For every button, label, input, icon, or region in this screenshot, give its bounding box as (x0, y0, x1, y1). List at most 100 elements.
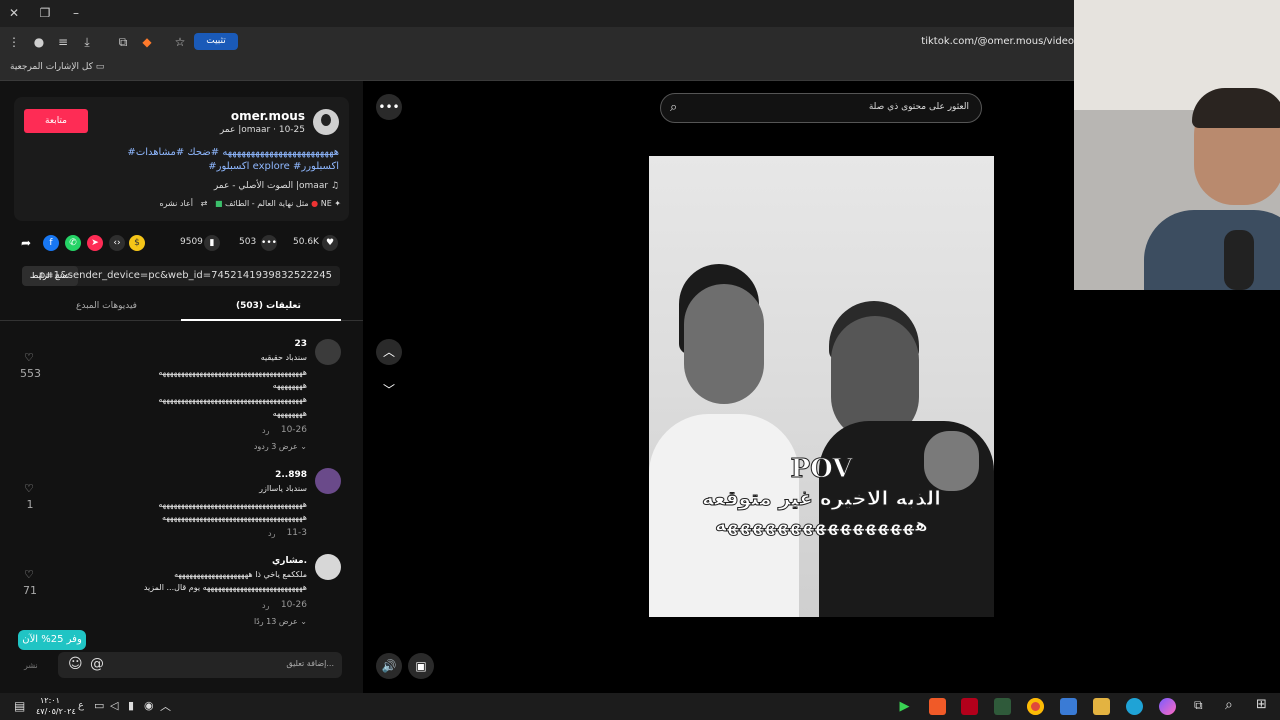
extensions-icon[interactable]: ⧉ (116, 35, 130, 49)
comment-text: هههههههههههههههههههههههههههههههههههههههه (158, 500, 307, 509)
download-icon[interactable]: ⤓ (80, 35, 94, 49)
promo-badge[interactable]: وفر 25% الآن (18, 630, 86, 650)
heart-icon[interactable]: ♡ (24, 351, 34, 364)
menu-icon[interactable]: ⋮ (7, 35, 21, 49)
notifications-icon[interactable]: ▤ (14, 699, 25, 713)
caption-line-1[interactable]: #ههههههههههههههههههههههههه #ضحك #مشاهدات (127, 147, 339, 158)
minimize-icon[interactable]: – (69, 6, 83, 20)
start-icon[interactable]: ⊞ (1256, 697, 1267, 712)
heart-icon[interactable]: ♡ (24, 568, 34, 581)
language-indicator[interactable]: ع (78, 700, 84, 711)
commenter-avatar[interactable] (315, 554, 341, 580)
mic-icon[interactable]: ▮ (128, 699, 134, 712)
mention-icon[interactable]: @ (90, 656, 104, 672)
restore-icon[interactable]: ❐ (38, 6, 52, 20)
store-icon[interactable] (1060, 698, 1077, 715)
reading-list-icon[interactable]: ≡ (56, 35, 70, 49)
next-video-button[interactable]: ﹀ (376, 377, 402, 403)
play-app-icon[interactable]: ▶ (896, 698, 913, 715)
address-bar: ⋮ ● ≡ ⤓ ⧉ ◆ ☆ تثبيت tiktok.com/@omer.mou… (0, 27, 1074, 57)
previous-video-button[interactable]: ︿ (376, 339, 402, 365)
comment-username[interactable]: 23 (294, 339, 307, 349)
clock-date[interactable]: ٤٧/٠٥/٢٠٢٤ (36, 707, 76, 716)
network-icon[interactable]: ▭ (94, 699, 104, 712)
star-icon[interactable]: ☆ (173, 35, 187, 49)
search-icon[interactable]: ⌕ (1225, 697, 1233, 713)
reply-button[interactable]: رد (262, 426, 269, 435)
comment-input-box[interactable]: ☺ @ إضافة تعليق... (58, 652, 342, 678)
more-options-button[interactable]: ••• (376, 94, 402, 120)
link-row: نسخ الرابط ...p=1&sender_device=pc&web_i… (22, 266, 340, 286)
url-text: tiktok.com/@omer.mous/video (921, 36, 1074, 47)
mini-player-icon[interactable]: ▣ (408, 653, 434, 679)
comment-date: 11-3 (286, 528, 307, 538)
creator-username[interactable]: omer.mous (231, 109, 305, 123)
chevron-down-icon: ⌄ (300, 442, 307, 451)
comment-text: ههههههههه (272, 381, 307, 390)
edge-icon[interactable] (1126, 698, 1143, 715)
view-replies-button[interactable]: عرض 13 ردًا ⌄ (254, 617, 307, 626)
heart-icon[interactable]: ♥ (322, 235, 338, 251)
xbox-app-icon[interactable] (994, 698, 1011, 715)
commenter-avatar[interactable] (315, 339, 341, 365)
camera-icon[interactable]: ◉ (144, 699, 154, 712)
recording-app-icon[interactable] (929, 698, 946, 715)
chevron-down-icon: ⌄ (300, 617, 307, 626)
location-tag[interactable]: مثل نهاية العالم - الطائف (225, 199, 309, 208)
comment-username[interactable]: مشاري. (272, 556, 307, 566)
reply-button[interactable]: رد (262, 601, 269, 610)
comment-date: 10-26 (280, 600, 307, 610)
search-icon[interactable]: ⌕ (670, 100, 677, 115)
profile-icon[interactable]: ● (32, 35, 46, 49)
all-bookmarks-link[interactable]: كل الإشارات المرجعية ▭ (10, 62, 104, 72)
task-view-icon[interactable]: ⧉ (1194, 698, 1203, 713)
heart-icon[interactable]: ♡ (24, 482, 34, 495)
file-explorer-icon[interactable] (1093, 698, 1110, 715)
send-icon[interactable]: ➤ (87, 235, 103, 251)
close-icon[interactable]: ✕ (7, 6, 21, 20)
facebook-icon[interactable]: f (43, 235, 59, 251)
comment-username[interactable]: 2..898 (275, 470, 307, 480)
tab-creator-videos[interactable]: فيديوهات المبدع (76, 301, 137, 311)
likes-count: 50.6K (293, 237, 319, 247)
post-button[interactable]: نشر (24, 661, 38, 670)
video-player[interactable]: POV الذبه الاخيره غير متوقعه ههههههههههه… (649, 156, 994, 617)
url-field[interactable]: tiktok.com/@omer.mous/video (874, 27, 1074, 57)
comment-text: هههههههههههههههههههههههههههه يوم قال... … (143, 583, 307, 592)
creator-card: متابعة omer.mous عمر |omaar · 10-25 #ههه… (14, 97, 349, 221)
speaker-icon[interactable]: ◁ (110, 699, 118, 712)
install-button[interactable]: تثبيت (194, 33, 238, 50)
chevron-up-icon[interactable]: ︿ (160, 698, 171, 714)
music-link[interactable]: الصوت الأصلي - عمر |omaar ♫ (214, 181, 339, 191)
comment-icon[interactable]: ••• (261, 235, 277, 251)
copilot-icon[interactable] (1159, 698, 1176, 715)
volume-icon[interactable]: 🔊 (376, 653, 402, 679)
emoji-icon[interactable]: ☺ (68, 656, 83, 672)
video-overlay-caption: ههههههههههههههههه (715, 514, 929, 537)
coin-icon[interactable]: $ (129, 235, 145, 251)
tab-comments[interactable]: تعليقات (503) (236, 301, 301, 311)
music-label: الصوت الأصلي - عمر |omaar (213, 181, 329, 191)
embed-icon[interactable]: ‹› (109, 235, 125, 251)
pin-icon: ● (311, 199, 319, 208)
brave-icon[interactable]: ◆ (140, 35, 154, 49)
view-replies-button[interactable]: عرض 3 ردود ⌄ (254, 442, 307, 451)
share-arrow-icon[interactable]: ➦ (18, 235, 34, 251)
whatsapp-icon[interactable]: ✆ (65, 235, 81, 251)
repost-tag[interactable]: أعاد نشره (159, 199, 193, 208)
reply-button[interactable]: رد (268, 529, 275, 538)
bookmark-icon[interactable]: ▮ (204, 235, 220, 251)
follow-button[interactable]: متابعة (24, 109, 88, 133)
commenter-avatar[interactable] (315, 468, 341, 494)
media-app-icon[interactable] (961, 698, 978, 715)
ne-tag[interactable]: NE (321, 199, 332, 208)
share-link-text[interactable]: ...p=1&sender_device=pc&web_id=745214193… (29, 270, 332, 281)
comment-input[interactable]: إضافة تعليق... (286, 659, 334, 668)
search-input[interactable]: العثور على محتوى ذي صلة (869, 102, 969, 112)
saves-count: 9509 (180, 237, 203, 247)
creator-avatar[interactable] (313, 109, 339, 135)
clock-time[interactable]: ١٢:٠١ (40, 696, 60, 705)
caption-line-2[interactable]: #اكسبلور explore #اكسبلورر (208, 161, 339, 172)
search-box[interactable]: ⌕ العثور على محتوى ذي صلة (660, 93, 982, 123)
chrome-icon[interactable] (1027, 698, 1044, 715)
